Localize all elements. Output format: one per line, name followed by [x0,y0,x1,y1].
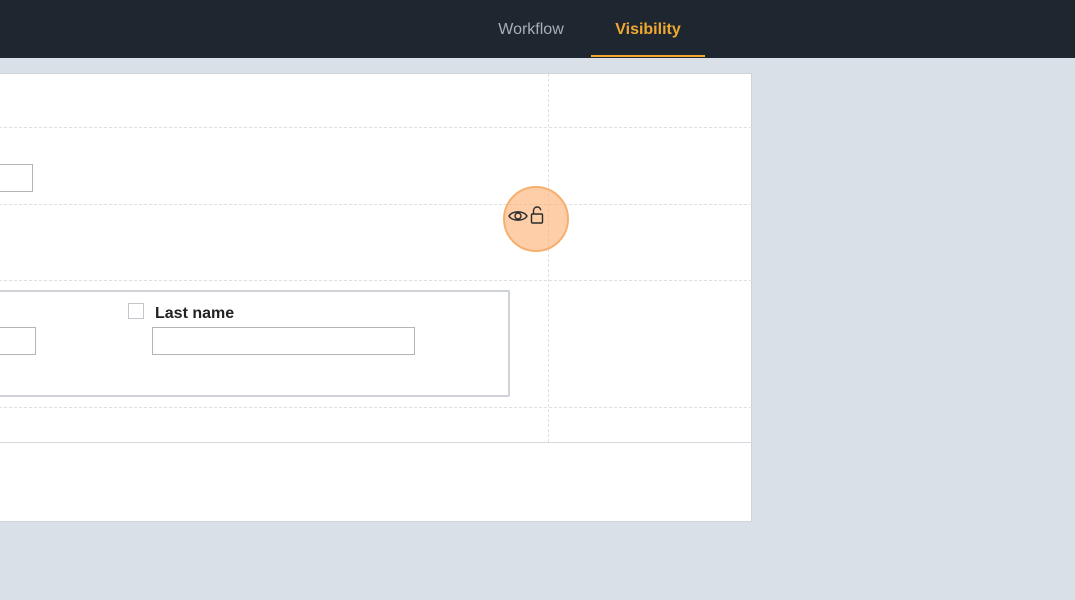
visibility-controls-highlight[interactable] [503,186,569,252]
row-guide [0,407,752,408]
first-name-input[interactable] [0,327,36,355]
eye-icon[interactable] [508,208,528,229]
tab-workflow[interactable]: Workflow [474,0,588,55]
row-guide [0,127,752,128]
section-divider [0,442,752,443]
name-field-group: Last name [0,290,510,397]
last-name-input[interactable] [152,327,415,355]
tab-visibility[interactable]: Visibility [591,0,705,57]
last-name-label: Last name [155,305,235,322]
row-guide [0,204,752,205]
last-name-checkbox[interactable] [128,303,144,319]
top-bar: Workflow Visibility [0,0,1075,58]
form-canvas: Last name [0,73,752,522]
row-guide [0,280,752,281]
column-guide [548,74,549,442]
unlock-icon[interactable] [530,206,544,229]
text-input[interactable] [0,164,33,192]
